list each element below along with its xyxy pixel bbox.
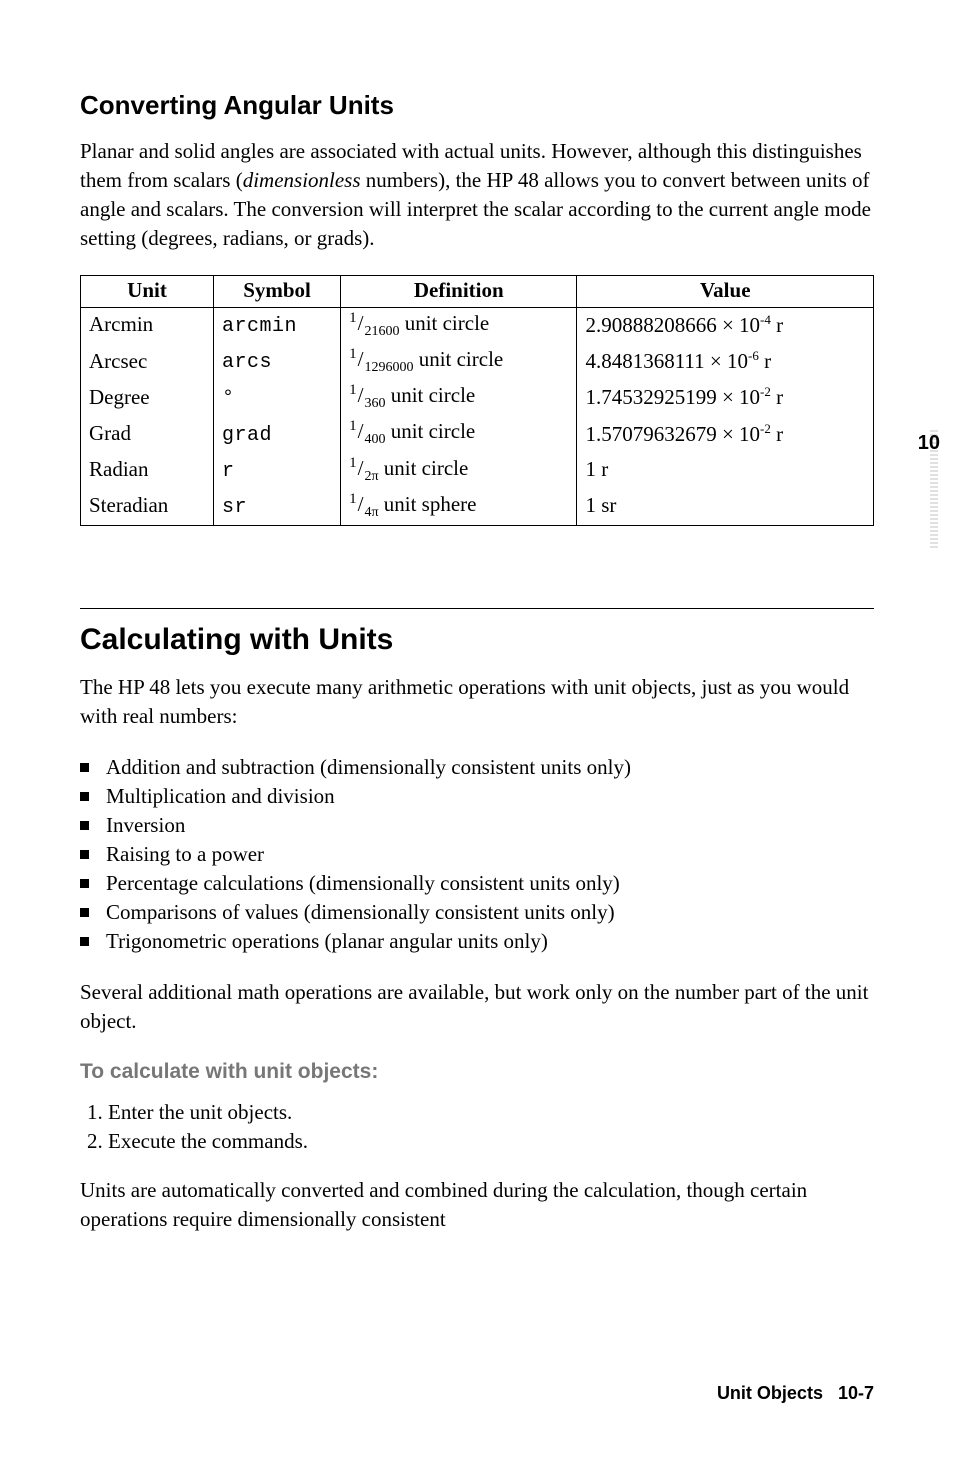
operations-list: Addition and subtraction (dimensionally …: [80, 753, 874, 956]
symbol-text: °: [222, 387, 235, 410]
table-row: Degree ° 1/360 unit circle1.74532925199 × …: [81, 380, 874, 416]
cell-value: 2.90888208666 × 10-4 r: [577, 307, 874, 344]
fraction: 1/360: [349, 382, 385, 412]
section2-paragraph1: The HP 48 lets you execute many arithmet…: [80, 673, 874, 731]
cell-symbol: arcmin: [214, 307, 341, 344]
table-row: Arcsec arcs 1/1296000 unit circle4.8481368…: [81, 344, 874, 380]
cell-definition: 1/360 unit circle: [341, 380, 577, 416]
procedure-subhead: To calculate with unit objects:: [80, 1060, 874, 1084]
list-item: Percentage calculations (dimensionally c…: [80, 869, 874, 898]
cell-symbol: r: [214, 453, 341, 489]
cell-value: 4.8481368111 × 10-6 r: [577, 344, 874, 380]
section2-paragraph2: Several additional math operations are a…: [80, 978, 874, 1036]
fraction: 1/4π: [349, 491, 378, 521]
exponent: -4: [760, 312, 771, 327]
page-footer: Unit Objects 10-7: [717, 1383, 874, 1404]
cell-symbol: °: [214, 380, 341, 416]
table-header-row: Unit Symbol Definition Value: [81, 275, 874, 307]
symbol-text: grad: [222, 424, 272, 447]
symbol-text: arcs: [222, 351, 272, 374]
cell-value: 1 sr: [577, 489, 874, 526]
cell-value: 1.57079632679 × 10-2 r: [577, 416, 874, 452]
list-item: Raising to a power: [80, 840, 874, 869]
cell-unit: Arcmin: [81, 307, 214, 344]
exponent: -2: [760, 384, 771, 399]
exponent: -6: [748, 348, 759, 363]
th-value: Value: [577, 275, 874, 307]
table-row: Steradian sr 1/4π unit sphere1 sr: [81, 489, 874, 526]
section-heading-converting: Converting Angular Units: [80, 90, 874, 121]
cell-symbol: sr: [214, 489, 341, 526]
cell-definition: 1/1296000 unit circle: [341, 344, 577, 380]
table-row: Arcmin arcmin 1/21600 unit circle2.9088820…: [81, 307, 874, 344]
th-definition: Definition: [341, 275, 577, 307]
list-item: Comparisons of values (dimensionally con…: [80, 898, 874, 927]
footer-section-name: Unit Objects: [717, 1383, 823, 1403]
cell-unit: Steradian: [81, 489, 214, 526]
cell-unit: Arcsec: [81, 344, 214, 380]
section1-para-italic: dimensionless: [243, 168, 361, 192]
cell-unit: Radian: [81, 453, 214, 489]
section1-paragraph: Planar and solid angles are associated w…: [80, 137, 874, 253]
cell-unit: Degree: [81, 380, 214, 416]
symbol-text: r: [222, 460, 235, 483]
cell-definition: 1/2π unit circle: [341, 453, 577, 489]
cell-value: 1 r: [577, 453, 874, 489]
fraction: 1/1296000: [349, 346, 413, 376]
cell-definition: 1/4π unit sphere: [341, 489, 577, 526]
fraction: 1/400: [349, 418, 385, 448]
step-item: Enter the unit objects.: [108, 1098, 874, 1127]
section2-paragraph3: Units are automatically converted and co…: [80, 1176, 874, 1234]
cell-symbol: grad: [214, 416, 341, 452]
cell-value: 1.74532925199 × 10-2 r: [577, 380, 874, 416]
th-unit: Unit: [81, 275, 214, 307]
footer-page-number: 10-7: [838, 1383, 874, 1403]
exponent: -2: [760, 421, 771, 436]
table-row: Grad grad 1/400 unit circle1.57079632679 ×…: [81, 416, 874, 452]
step-item: Execute the commands.: [108, 1127, 874, 1156]
cell-definition: 1/400 unit circle: [341, 416, 577, 452]
fraction: 1/2π: [349, 455, 378, 485]
margin-chapter-number: 10: [918, 432, 940, 455]
list-item: Inversion: [80, 811, 874, 840]
procedure-steps: Enter the unit objects.Execute the comma…: [80, 1098, 874, 1156]
page: 10 Converting Angular Units Planar and s…: [0, 0, 954, 1464]
fraction: 1/21600: [349, 310, 399, 340]
list-item: Trigonometric operations (planar angular…: [80, 927, 874, 956]
list-item: Addition and subtraction (dimensionally …: [80, 753, 874, 782]
section-rule: [80, 608, 874, 609]
cell-unit: Grad: [81, 416, 214, 452]
cell-definition: 1/21600 unit circle: [341, 307, 577, 344]
list-item: Multiplication and division: [80, 782, 874, 811]
symbol-text: arcmin: [222, 315, 297, 338]
cell-symbol: arcs: [214, 344, 341, 380]
angular-units-table: Unit Symbol Definition Value Arcmin arcmi…: [80, 275, 874, 526]
th-symbol: Symbol: [214, 275, 341, 307]
section-heading-calculating: Calculating with Units: [80, 623, 874, 657]
symbol-text: sr: [222, 496, 247, 519]
table-row: Radianr 1/2π unit circle1 r: [81, 453, 874, 489]
